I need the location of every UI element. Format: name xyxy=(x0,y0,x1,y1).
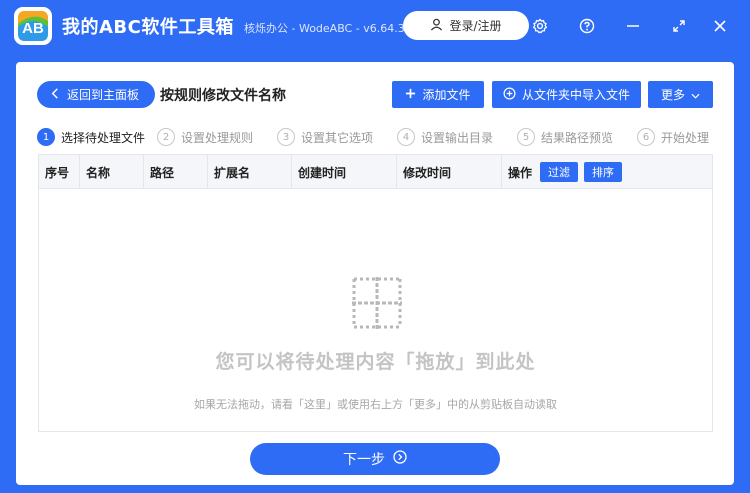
step-5: 5 结果路径预览 xyxy=(517,128,613,146)
title-bar: AB 我的ABC软件工具箱 核烁办公 - WodeABC - v6.64.3 登… xyxy=(0,0,750,52)
column-header-path: 路径 xyxy=(144,155,208,189)
help-icon[interactable] xyxy=(574,13,600,39)
column-header-index: 序号 xyxy=(39,155,80,189)
step-label: 设置其它选项 xyxy=(301,130,374,145)
import-folder-label: 从文件夹中导入文件 xyxy=(521,88,630,102)
maximize-icon[interactable] xyxy=(666,13,692,39)
step-number: 1 xyxy=(37,128,55,146)
more-label: 更多 xyxy=(660,88,685,102)
column-header-actions: 操作 过滤 排序 xyxy=(502,155,712,189)
column-header-extension: 扩展名 xyxy=(208,155,292,189)
drop-zone-hint: 如果无法拖动，请看「这里」或使用右上方「更多」中的从剪贴板自动读取 xyxy=(194,398,557,411)
add-file-label: 添加文件 xyxy=(422,88,471,102)
step-1: 1 选择待处理文件 xyxy=(37,128,145,146)
arrow-right-circle-icon xyxy=(393,450,407,468)
close-icon[interactable] xyxy=(707,13,733,39)
plus-circle-icon xyxy=(503,87,516,103)
table-header: 序号 名称 路径 扩展名 创建时间 修改时间 操作 过滤 排序 xyxy=(39,155,712,189)
back-label: 返回到主面板 xyxy=(67,88,140,102)
step-3: 3 设置其它选项 xyxy=(277,128,373,146)
next-step-button[interactable]: 下一步 xyxy=(250,443,500,475)
add-file-button[interactable]: 添加文件 xyxy=(392,81,484,108)
drop-zone[interactable]: 您可以将待处理内容「拖放」到此处 如果无法拖动，请看「这里」或使用右上方「更多」… xyxy=(39,189,712,431)
column-header-name: 名称 xyxy=(80,155,144,189)
chevron-down-icon xyxy=(691,88,700,102)
step-6: 6 开始处理 xyxy=(637,128,709,146)
step-4: 4 设置输出目录 xyxy=(397,128,493,146)
login-register-button[interactable]: 登录/注册 xyxy=(403,11,529,40)
step-number: 4 xyxy=(397,128,415,146)
more-button[interactable]: 更多 xyxy=(648,81,713,108)
app-title: 我的ABC软件工具箱 xyxy=(62,17,234,38)
step-label: 选择待处理文件 xyxy=(61,130,146,145)
drag-drop-icon xyxy=(352,277,402,333)
column-header-created: 创建时间 xyxy=(292,155,397,189)
svg-text:AB: AB xyxy=(22,20,44,37)
step-label: 设置输出目录 xyxy=(421,130,494,145)
step-number: 6 xyxy=(637,128,655,146)
step-2: 2 设置处理规则 xyxy=(157,128,253,146)
import-folder-button[interactable]: 从文件夹中导入文件 xyxy=(492,81,641,108)
filter-button[interactable]: 过滤 xyxy=(540,162,579,182)
step-label: 开始处理 xyxy=(661,130,710,145)
step-label: 设置处理规则 xyxy=(181,130,254,145)
settings-icon[interactable] xyxy=(527,13,553,39)
main-panel: 返回到主面板 按规则修改文件名称 添加文件 从文件夹中导入文件 更多 1 选择待… xyxy=(16,62,734,485)
sort-button[interactable]: 排序 xyxy=(584,162,623,182)
chevron-left-icon xyxy=(51,87,59,102)
login-register-label: 登录/注册 xyxy=(449,19,502,33)
step-number: 3 xyxy=(277,128,295,146)
app-subtitle: 核烁办公 - WodeABC - v6.64.3 xyxy=(244,22,405,35)
step-number: 2 xyxy=(157,128,175,146)
page-title: 按规则修改文件名称 xyxy=(160,88,286,104)
step-number: 5 xyxy=(517,128,535,146)
step-label: 结果路径预览 xyxy=(541,130,614,145)
next-step-label: 下一步 xyxy=(343,452,385,468)
user-icon xyxy=(430,18,443,34)
minimize-icon[interactable] xyxy=(620,13,646,39)
drop-zone-title: 您可以将待处理内容「拖放」到此处 xyxy=(215,351,536,373)
app-logo: AB xyxy=(14,7,52,45)
step-indicator: 1 选择待处理文件 2 设置处理规则 3 设置其它选项 4 设置输出目录 5 结… xyxy=(37,128,717,146)
column-header-modified: 修改时间 xyxy=(397,155,502,189)
actions-label: 操作 xyxy=(508,165,533,180)
back-to-main-button[interactable]: 返回到主面板 xyxy=(37,81,155,108)
plus-icon xyxy=(405,88,416,102)
file-table: 序号 名称 路径 扩展名 创建时间 修改时间 操作 过滤 排序 您可以将待处理内… xyxy=(38,154,713,432)
